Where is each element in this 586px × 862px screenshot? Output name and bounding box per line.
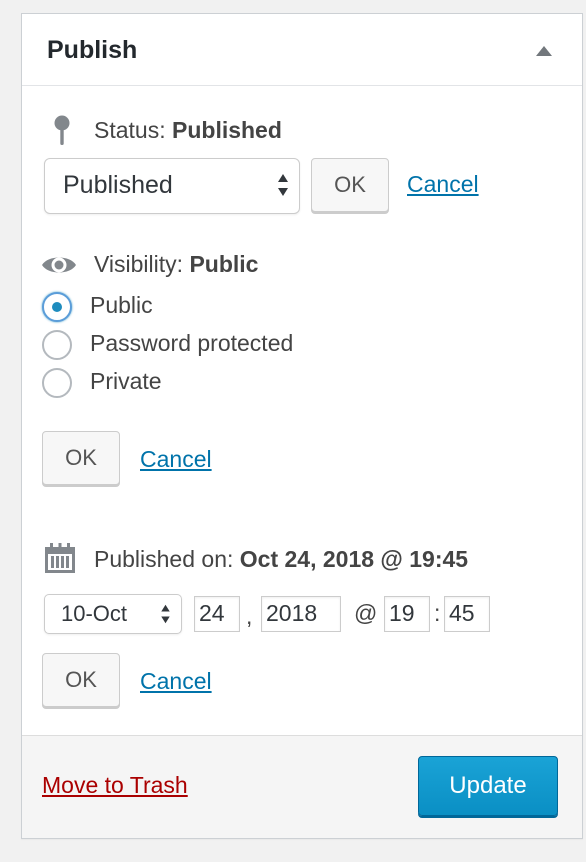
radio-public[interactable] — [42, 292, 72, 322]
hour-input[interactable]: 19 — [384, 596, 430, 632]
publish-actions: Move to Trash Update — [22, 735, 582, 838]
status-value: Published — [172, 117, 282, 143]
publish-box: Publish Status: Published Published OK C… — [21, 13, 583, 839]
date-at: @ — [354, 600, 378, 626]
published-on-value: Oct 24, 2018 @ 19:45 — [239, 546, 469, 572]
radio-label-password-protected: Password protected — [90, 330, 294, 356]
pin-icon — [54, 115, 70, 145]
day-input[interactable]: 24 — [194, 596, 240, 632]
radio-private[interactable] — [42, 368, 72, 398]
move-to-trash-link[interactable]: Move to Trash — [42, 772, 188, 799]
visibility-value: Public — [189, 251, 259, 277]
status-ok-button[interactable]: OK — [311, 158, 389, 212]
triangle-up-icon[interactable] — [536, 46, 552, 56]
publish-box-header: Publish — [22, 14, 582, 86]
box-title: Publish — [47, 36, 138, 64]
status-cancel-link[interactable]: Cancel — [407, 171, 479, 198]
select-arrows-icon — [278, 174, 288, 196]
published-on-label: Published on: Oct 24, 2018 @ 19:45 — [94, 546, 469, 572]
status-select[interactable]: Published — [44, 158, 300, 214]
radio-password-protected[interactable] — [42, 330, 72, 360]
select-arrows-icon — [161, 604, 170, 624]
date-comma: , — [246, 603, 253, 629]
minute-input[interactable]: 45 — [444, 596, 490, 632]
time-colon: : — [434, 600, 441, 626]
radio-label-public: Public — [90, 292, 153, 318]
radio-label-private: Private — [90, 368, 162, 394]
status-select-value: Published — [63, 171, 173, 199]
month-select[interactable]: 10-Oct — [44, 594, 182, 634]
status-label: Status: Published — [94, 117, 282, 143]
month-select-value: 10-Oct — [61, 601, 128, 626]
year-input[interactable]: 2018 — [261, 596, 341, 632]
visibility-label: Visibility: Public — [94, 251, 259, 277]
date-ok-button[interactable]: OK — [42, 653, 120, 707]
date-cancel-link[interactable]: Cancel — [140, 668, 212, 695]
visibility-cancel-link[interactable]: Cancel — [140, 446, 212, 473]
visibility-ok-button[interactable]: OK — [42, 431, 120, 485]
calendar-icon — [45, 543, 75, 573]
update-button[interactable]: Update — [418, 756, 558, 816]
eye-icon — [42, 257, 76, 273]
